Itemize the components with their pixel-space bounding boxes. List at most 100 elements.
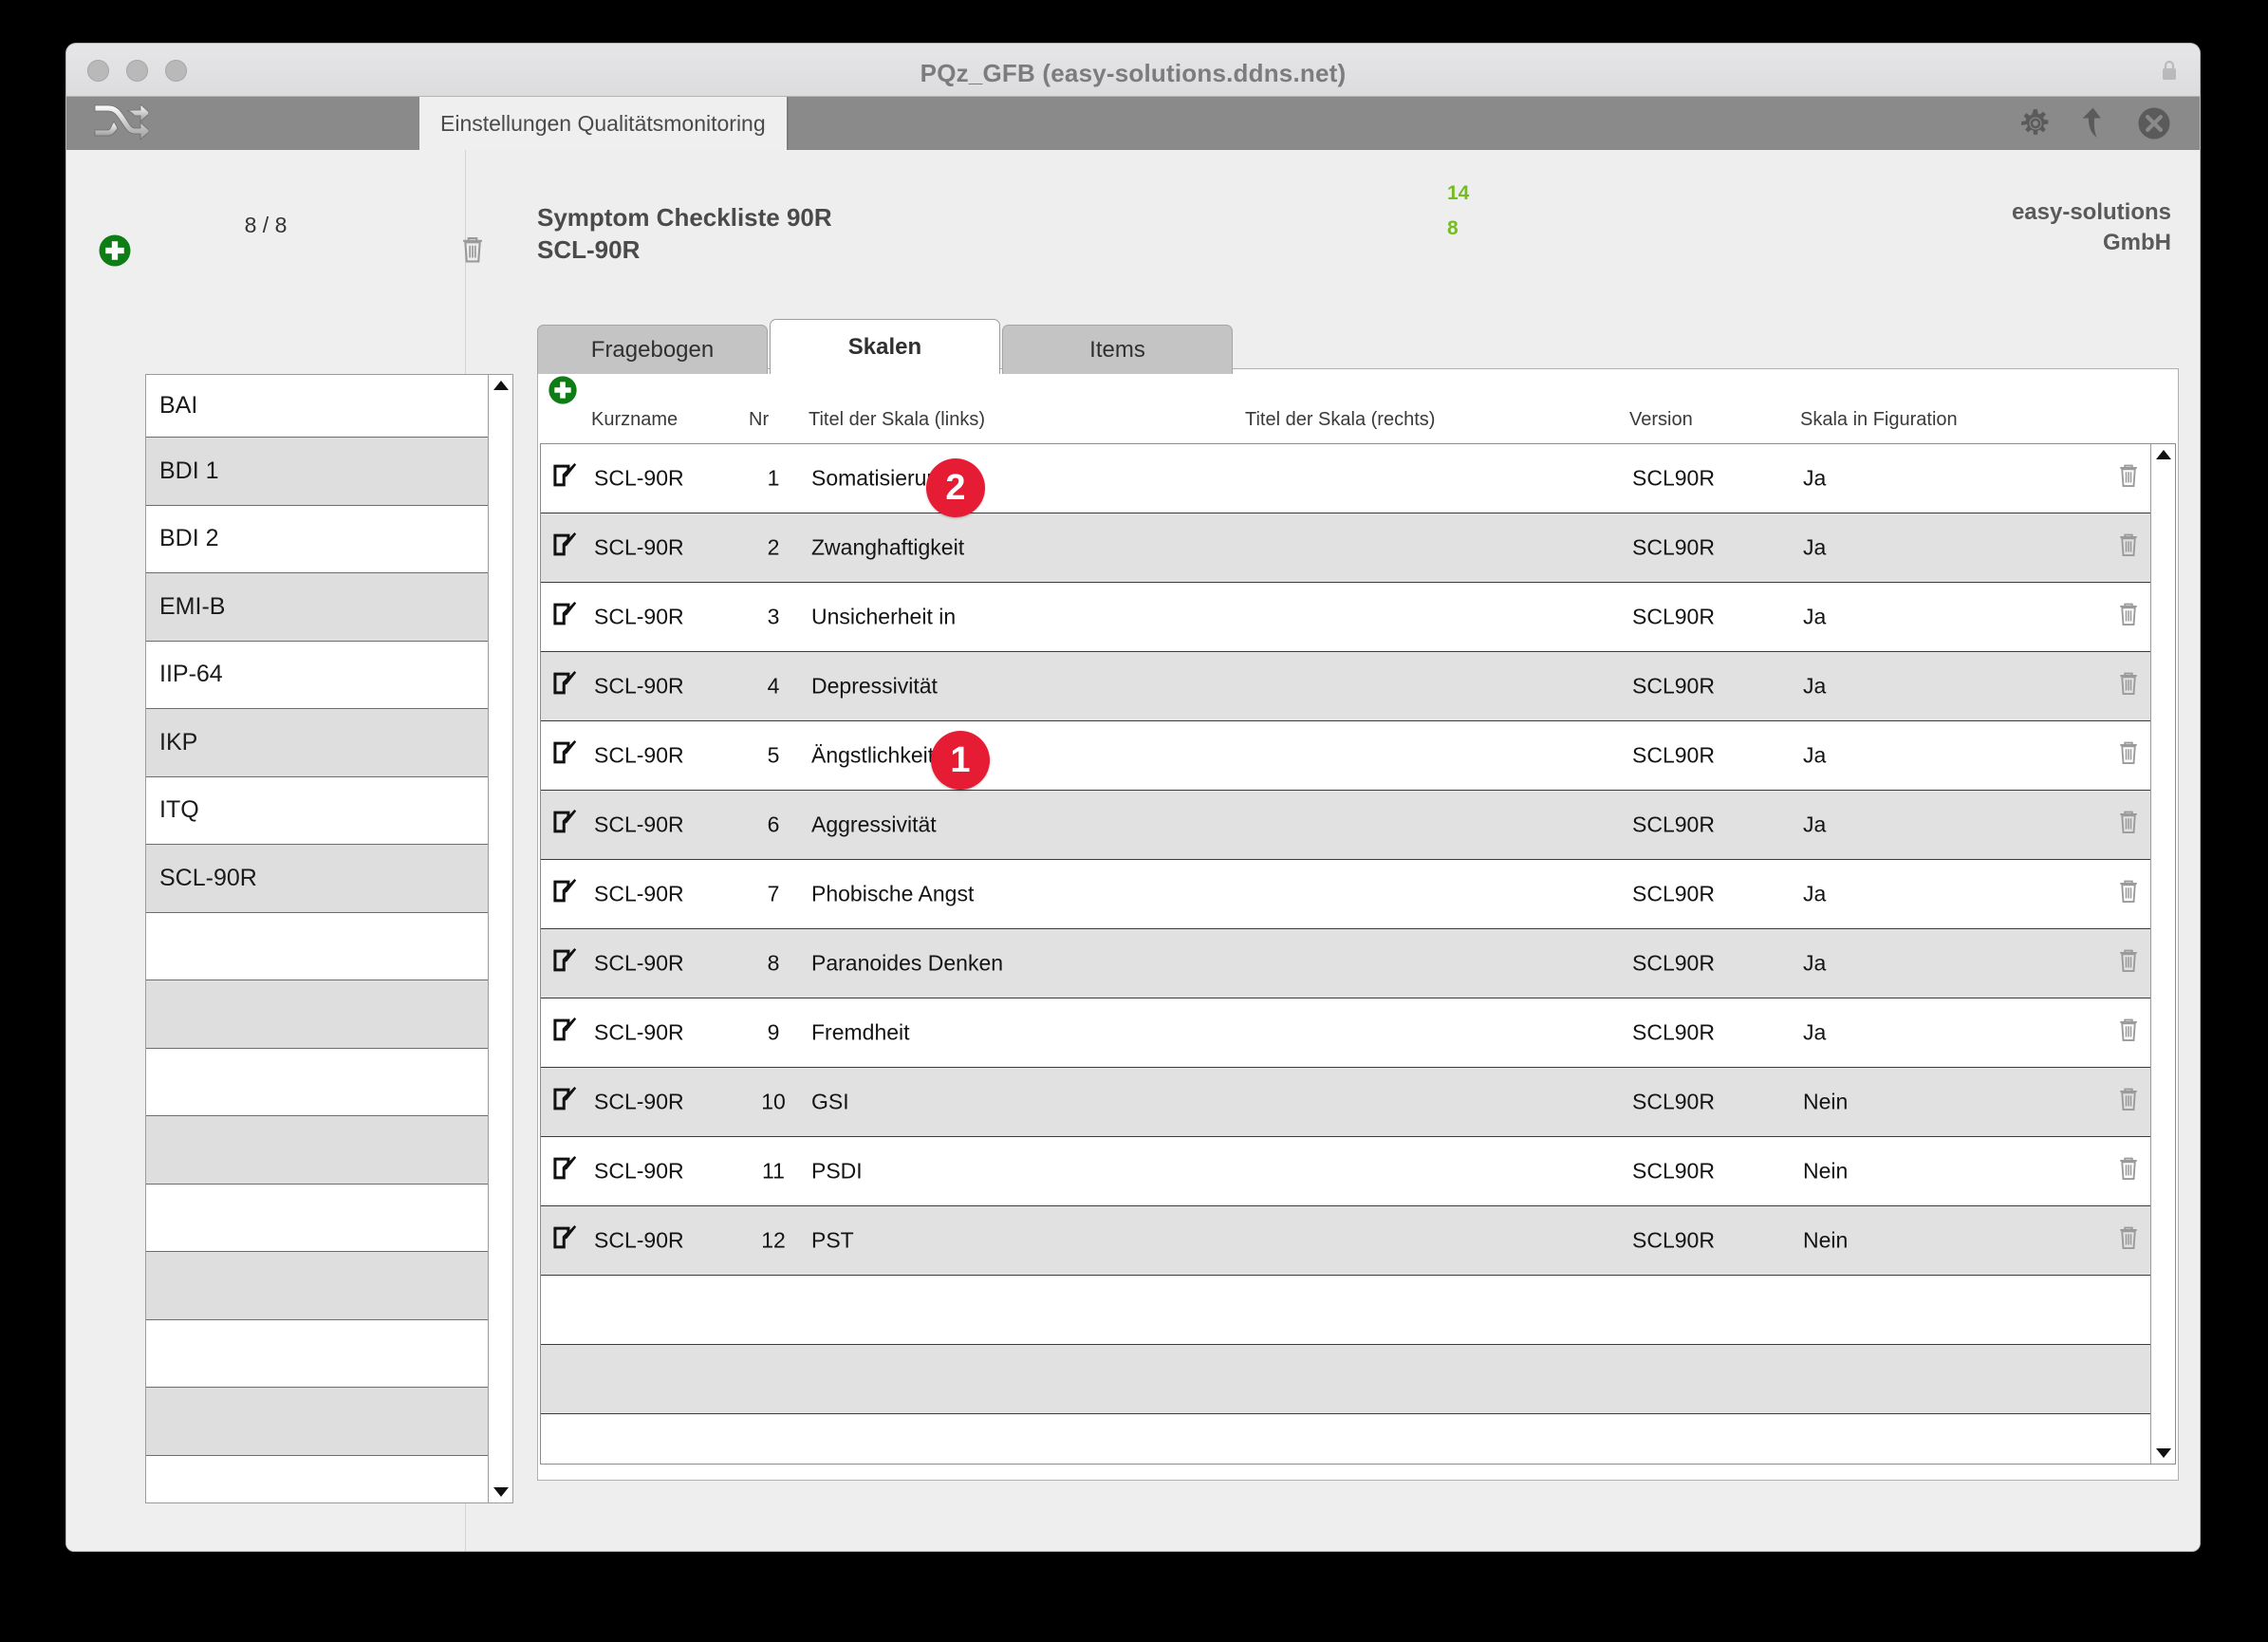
list-item[interactable] <box>146 1320 488 1388</box>
row-delete-button[interactable] <box>2116 877 2141 911</box>
list-item[interactable] <box>146 913 488 980</box>
table-row[interactable] <box>541 1414 2150 1464</box>
list-item[interactable]: BDI 1 <box>146 438 488 506</box>
edit-pencil-icon[interactable] <box>552 1155 579 1182</box>
add-circle-icon[interactable] <box>548 375 578 405</box>
trash-icon[interactable] <box>2116 1085 2141 1113</box>
list-item[interactable]: EMI-B <box>146 573 488 642</box>
trash-icon[interactable] <box>2116 669 2141 698</box>
table-scrollbar[interactable] <box>2150 444 2175 1464</box>
row-delete-button[interactable] <box>2116 600 2141 634</box>
table-row[interactable]: SCL-90R 12 PST SCL90R Nein <box>541 1206 2150 1276</box>
column-header: Titel der Skala (rechts) <box>1245 409 1436 430</box>
trash-icon[interactable] <box>2116 877 2141 905</box>
row-edit-button[interactable] <box>552 739 579 772</box>
table-grid-wrapper: SCL-90R 1 Somatisierung SCL90R Ja SCL-90R 2 Zwa… <box>540 443 2176 1465</box>
back-arrow-icon[interactable] <box>2080 106 2109 140</box>
edit-pencil-icon[interactable] <box>552 1017 579 1043</box>
cell-kurzname: SCL-90R <box>594 1019 684 1045</box>
table-row[interactable]: SCL-90R 9 Fremdheit SCL90R Ja <box>541 998 2150 1068</box>
row-edit-button[interactable] <box>552 532 579 564</box>
list-item[interactable] <box>146 1456 488 1503</box>
tab-skalen[interactable]: Skalen <box>770 319 1000 374</box>
close-circle-icon[interactable] <box>2137 106 2171 140</box>
edit-pencil-icon[interactable] <box>552 670 579 697</box>
list-item[interactable] <box>146 1116 488 1185</box>
edit-pencil-icon[interactable] <box>552 809 579 835</box>
row-edit-button[interactable] <box>552 462 579 494</box>
list-item[interactable]: IKP <box>146 709 488 777</box>
tab-items[interactable]: Items <box>1002 325 1233 374</box>
trash-icon[interactable] <box>2116 1154 2141 1183</box>
nav-tab-einstellungen-qualitaetsmonitoring[interactable]: Einstellungen Qualitätsmonitoring <box>419 97 789 150</box>
row-delete-button[interactable] <box>2116 1154 2141 1188</box>
add-circle-icon[interactable] <box>98 233 132 268</box>
row-delete-button[interactable] <box>2116 1016 2141 1050</box>
trash-icon[interactable] <box>2116 946 2141 975</box>
table-row[interactable] <box>541 1345 2150 1414</box>
row-edit-button[interactable] <box>552 670 579 702</box>
row-delete-button[interactable] <box>2116 738 2141 773</box>
list-item[interactable] <box>146 1185 488 1252</box>
row-delete-button[interactable] <box>2116 531 2141 565</box>
row-delete-button[interactable] <box>2116 808 2141 842</box>
edit-pencil-icon[interactable] <box>552 532 579 558</box>
row-delete-button[interactable] <box>2116 946 2141 980</box>
trash-icon[interactable] <box>2116 461 2141 490</box>
row-edit-button[interactable] <box>552 1155 579 1187</box>
list-item[interactable]: IIP-64 <box>146 642 488 709</box>
table-row[interactable]: SCL-90R 7 Phobische Angst SCL90R Ja <box>541 860 2150 929</box>
table-row[interactable]: SCL-90R 2 Zwanghaftigkeit SCL90R Ja <box>541 513 2150 583</box>
table-row[interactable]: SCL-90R 3 Unsicherheit in SCL90R Ja <box>541 583 2150 652</box>
table-row[interactable]: SCL-90R 1 Somatisierung SCL90R Ja <box>541 444 2150 513</box>
row-edit-button[interactable] <box>552 809 579 841</box>
triangle-up-icon[interactable] <box>2155 448 2172 461</box>
list-item[interactable]: BAI <box>146 375 488 438</box>
list-item[interactable] <box>146 1252 488 1320</box>
app-toolbar: Einstellungen Qualitätsmonitoring <box>66 97 2200 150</box>
trash-icon[interactable] <box>2116 808 2141 836</box>
trash-icon[interactable] <box>2116 600 2141 628</box>
tab-fragebogen[interactable]: Fragebogen <box>537 325 768 374</box>
row-delete-button[interactable] <box>2116 1085 2141 1119</box>
edit-pencil-icon[interactable] <box>552 462 579 489</box>
row-delete-button[interactable] <box>2116 669 2141 703</box>
trash-icon[interactable] <box>2116 1223 2141 1252</box>
row-edit-button[interactable] <box>552 1086 579 1118</box>
gear-icon[interactable] <box>2019 107 2052 140</box>
edit-pencil-icon[interactable] <box>552 1086 579 1112</box>
trash-icon[interactable] <box>2116 1016 2141 1044</box>
table-row[interactable]: SCL-90R 11 PSDI SCL90R Nein <box>541 1137 2150 1206</box>
triangle-down-icon[interactable] <box>2155 1446 2172 1460</box>
edit-pencil-icon[interactable] <box>552 739 579 766</box>
trash-icon[interactable] <box>2116 738 2141 767</box>
row-edit-button[interactable] <box>552 947 579 980</box>
table-row[interactable]: SCL-90R 4 Depressivität SCL90R Ja <box>541 652 2150 721</box>
edit-pencil-icon[interactable] <box>552 601 579 627</box>
table-row[interactable]: SCL-90R 5 Ängstlichkeit SCL90R Ja <box>541 721 2150 791</box>
row-delete-button[interactable] <box>2116 1223 2141 1258</box>
table-row[interactable]: SCL-90R 8 Paranoides Denken SCL90R Ja <box>541 929 2150 998</box>
row-edit-button[interactable] <box>552 878 579 910</box>
row-edit-button[interactable] <box>552 601 579 633</box>
list-item[interactable]: ITQ <box>146 777 488 845</box>
list-item[interactable] <box>146 980 488 1049</box>
cell-nr: 7 <box>767 881 780 906</box>
list-item[interactable] <box>146 1049 488 1116</box>
edit-pencil-icon[interactable] <box>552 878 579 905</box>
list-item[interactable] <box>146 1388 488 1456</box>
row-delete-button[interactable] <box>2116 461 2141 495</box>
table-row[interactable] <box>541 1276 2150 1345</box>
edit-pencil-icon[interactable] <box>552 947 579 974</box>
table-row[interactable]: SCL-90R 10 GSI SCL90R Nein <box>541 1068 2150 1137</box>
list-item[interactable]: BDI 2 <box>146 506 488 573</box>
edit-pencil-icon[interactable] <box>552 1224 579 1251</box>
row-edit-button[interactable] <box>552 1224 579 1257</box>
cell-kurzname: SCL-90R <box>594 534 684 560</box>
row-edit-button[interactable] <box>552 1017 579 1049</box>
main-panel: Symptom Checkliste 90R SCL-90R 14 8 easy… <box>466 150 2200 1551</box>
cell-nr: 10 <box>761 1089 786 1114</box>
list-item[interactable]: SCL-90R <box>146 845 488 913</box>
trash-icon[interactable] <box>2116 531 2141 559</box>
table-row[interactable]: SCL-90R 6 Aggressivität SCL90R Ja <box>541 791 2150 860</box>
